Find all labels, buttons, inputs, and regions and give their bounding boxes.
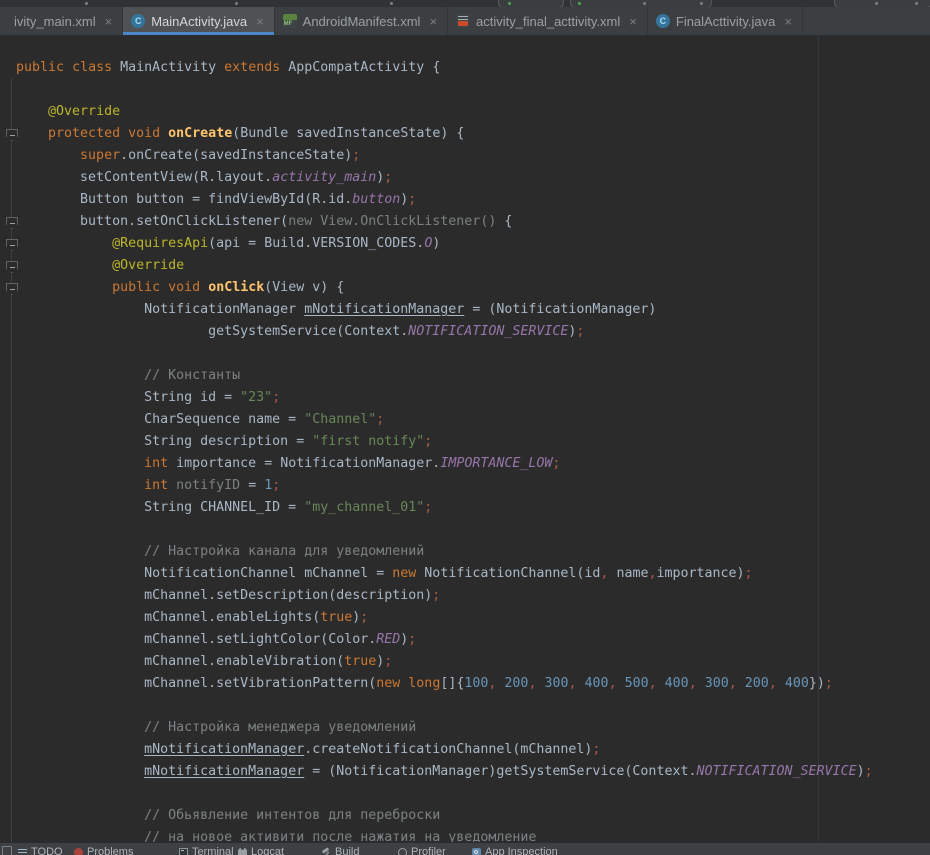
tab-label: MainActivity.java	[151, 14, 247, 29]
manifest-icon: MF	[283, 14, 297, 28]
toolwindow-button-logcat[interactable]: Logcat	[238, 845, 284, 855]
toolwindow-bar: TODO Problems Terminal Logcat Build Profiler A…	[0, 842, 930, 855]
code-line: int notifyID = 1;	[16, 475, 873, 497]
run-icon	[508, 2, 511, 5]
toolwindow-button-app-inspection[interactable]: App Inspection	[472, 845, 558, 855]
device-selector-widget[interactable]	[570, 0, 712, 7]
code-line: mChannel.enableLights(true);	[16, 607, 873, 629]
toolbar-dot	[85, 2, 88, 5]
tab-label: FinalActtivity.java	[676, 14, 775, 29]
toolwindow-label: Logcat	[251, 845, 284, 855]
tab-label: ivity_main.xml	[14, 14, 96, 29]
run-icon	[578, 2, 581, 5]
code-line: NotificationManager mNotificationManager…	[16, 299, 873, 321]
close-icon[interactable]: ×	[629, 15, 637, 28]
toolwindow-label: Build	[335, 845, 359, 855]
toolbar-dot	[235, 2, 238, 5]
code-line: // Константы	[16, 365, 873, 387]
toolbar-dot	[643, 2, 646, 5]
toolwindow-button-todo[interactable]: TODO	[18, 845, 63, 855]
toolwindow-label: TODO	[31, 845, 63, 855]
class-icon: C	[131, 14, 145, 28]
code-area: public class MainActivity extends AppCom…	[16, 57, 873, 849]
todo-icon	[18, 849, 27, 855]
toolwindow-button-profiler[interactable]: Profiler	[398, 845, 446, 855]
code-line: mChannel.enableVibration(true);	[16, 651, 873, 673]
tab-activity-final-acttivity-xml[interactable]: activity_final_acttivity.xml ×	[448, 7, 648, 35]
inspection-icon	[472, 848, 481, 855]
code-line: mNotificationManager.createNotificationC…	[16, 739, 873, 761]
code-line: mChannel.setDescription(description);	[16, 585, 873, 607]
code-line: button.setOnClickListener(new View.OnCli…	[16, 211, 873, 233]
code-line: Button button = findViewById(R.id.button…	[16, 189, 873, 211]
code-line	[16, 79, 873, 101]
code-line	[16, 519, 873, 541]
tab-label: activity_final_acttivity.xml	[476, 14, 620, 29]
toolbar-dot	[700, 2, 703, 5]
code-line: // Обьявление интентов для переброски	[16, 805, 873, 827]
fold-guide-line	[11, 78, 12, 855]
tab-label: AndroidManifest.xml	[303, 14, 421, 29]
code-line: getSystemService(Context.NOTIFICATION_SE…	[16, 321, 873, 343]
toolbar-dot	[390, 2, 393, 5]
close-icon[interactable]: ×	[105, 15, 113, 28]
tab-activity-main-xml[interactable]: ivity_main.xml ×	[0, 7, 123, 35]
terminal-icon	[179, 848, 188, 855]
layout-icon	[456, 14, 470, 28]
toolwindow-label: Problems	[87, 845, 133, 855]
code-line: protected void onCreate(Bundle savedInst…	[16, 123, 873, 145]
code-line: // Настройка менеджера уведомлений	[16, 717, 873, 739]
android-studio-window: ivity_main.xml × C MainActivity.java × MF Andr…	[0, 0, 930, 855]
tab-finalacttivity-java[interactable]: C FinalActtivity.java ×	[648, 7, 803, 35]
code-line: NotificationChannel mChannel = new Notif…	[16, 563, 873, 585]
toolwindow-button-terminal[interactable]: Terminal	[179, 845, 234, 855]
code-line: mChannel.setVibrationPattern(new long[]{…	[16, 673, 873, 695]
problems-icon	[74, 848, 83, 855]
toolbar-dot	[875, 2, 878, 5]
code-line: String description = "first notify";	[16, 431, 873, 453]
code-line: // Настройка канала для уведомлений	[16, 541, 873, 563]
toolwindow-switcher-icon[interactable]	[2, 846, 12, 855]
editor-tab-bar: ivity_main.xml × C MainActivity.java × MF Andr…	[0, 7, 930, 36]
toolbar-dot	[915, 2, 918, 5]
code-line: @RequiresApi(api = Build.VERSION_CODES.O…	[16, 233, 873, 255]
code-line: mChannel.setLightColor(Color.RED);	[16, 629, 873, 651]
tab-androidmanifest-xml[interactable]: MF AndroidManifest.xml ×	[275, 7, 448, 35]
logcat-icon	[238, 848, 247, 855]
code-line: CharSequence name = "Channel";	[16, 409, 873, 431]
close-icon[interactable]: ×	[256, 15, 264, 28]
toolwindow-label: App Inspection	[485, 845, 558, 855]
toolwindow-label: Terminal	[192, 845, 234, 855]
code-line	[16, 695, 873, 717]
close-icon[interactable]: ×	[429, 15, 437, 28]
code-line: int importance = NotificationManager.IMP…	[16, 453, 873, 475]
code-line	[16, 783, 873, 805]
profiler-icon	[398, 848, 407, 855]
code-line: String id = "23";	[16, 387, 873, 409]
toolwindow-label: Profiler	[411, 845, 446, 855]
toolwindow-button-problems[interactable]: Problems	[74, 845, 133, 855]
code-line: super.onCreate(savedInstanceState);	[16, 145, 873, 167]
code-line	[16, 343, 873, 365]
build-icon	[322, 848, 331, 855]
main-toolbar-strip	[0, 0, 930, 7]
close-icon[interactable]: ×	[784, 15, 792, 28]
code-line: @Override	[16, 255, 873, 277]
code-line: public class MainActivity extends AppCom…	[16, 57, 873, 79]
toolwindow-button-build[interactable]: Build	[322, 845, 359, 855]
code-editor[interactable]: public class MainActivity extends AppCom…	[0, 36, 930, 855]
code-line: public void onClick(View v) {	[16, 277, 873, 299]
tab-mainactivity-java[interactable]: C MainActivity.java ×	[123, 7, 274, 35]
code-line: mNotificationManager = (NotificationMana…	[16, 761, 873, 783]
class-icon: C	[656, 14, 670, 28]
code-line: @Override	[16, 101, 873, 123]
code-line: String CHANNEL_ID = "my_channel_01";	[16, 497, 873, 519]
code-line: setContentView(R.layout.activity_main);	[16, 167, 873, 189]
